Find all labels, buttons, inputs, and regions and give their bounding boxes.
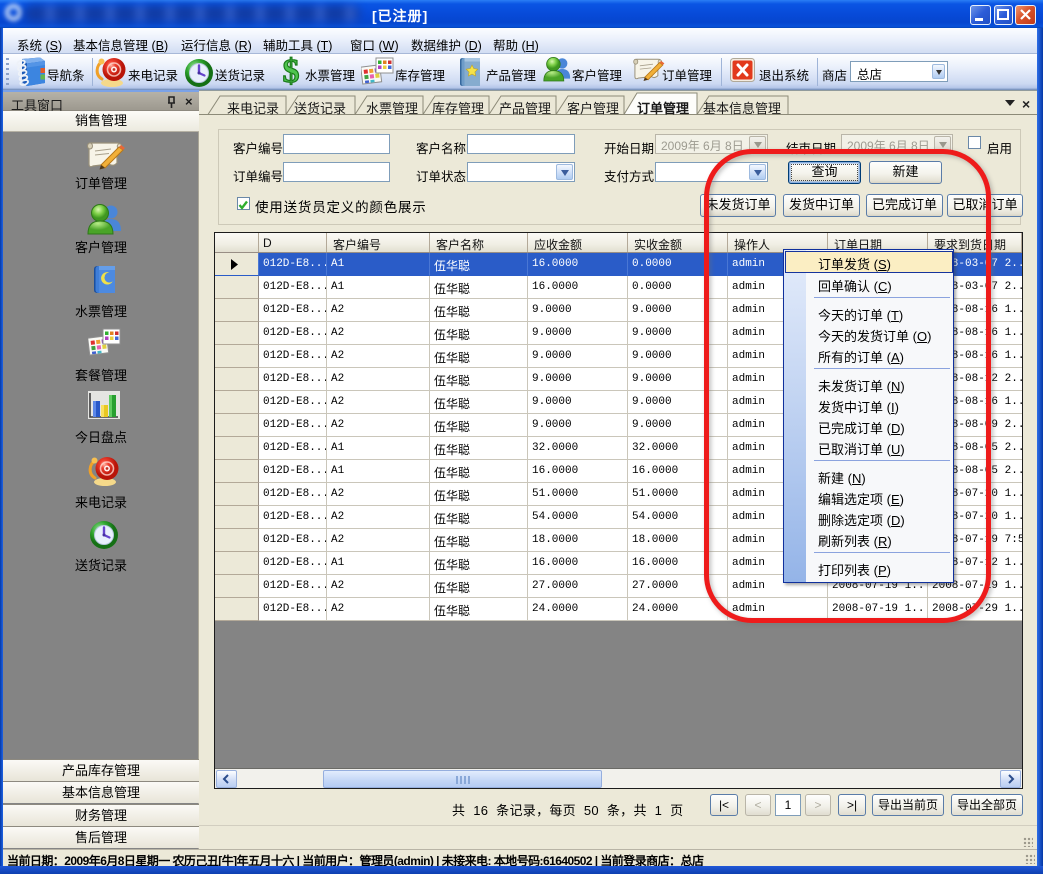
svg-text:$: $ [283,53,300,89]
